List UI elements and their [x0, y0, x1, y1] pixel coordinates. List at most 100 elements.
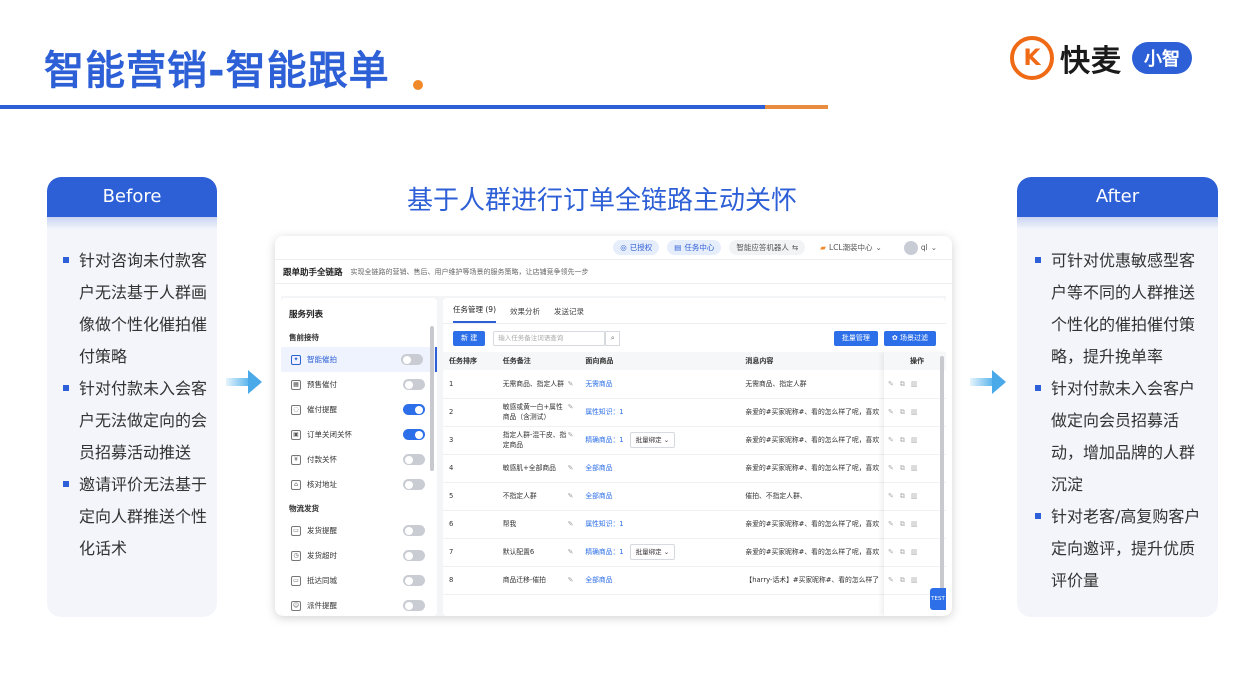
- goods-link[interactable]: 全部商品: [585, 576, 612, 584]
- scrollbar[interactable]: [430, 326, 434, 471]
- edit-icon[interactable]: ✎: [568, 430, 574, 440]
- service-item-delivery[interactable]: ☺ 派件提醒: [281, 593, 437, 616]
- goods-link[interactable]: 全部商品: [585, 464, 612, 472]
- before-list: 针对咨询未付款客户无法基于人群画像做个性化催拍催付策略 针对付款未入会客户无法做…: [47, 229, 217, 565]
- edit-icon[interactable]: ✎: [568, 402, 574, 412]
- toggle-switch[interactable]: [403, 479, 425, 490]
- service-item-pay-reminder[interactable]: ◌ 催付提醒: [281, 397, 437, 422]
- table-row[interactable]: 1 ✎ 无需商品、指定人群 无需商品 无需商品、指定人群 ✎⧉▥: [443, 370, 946, 399]
- truck-icon: ▭: [291, 525, 301, 536]
- user-menu[interactable]: ql ⌄: [897, 240, 944, 255]
- service-item-presale-pay[interactable]: ▦ 预售催付: [281, 372, 437, 397]
- edit-icon[interactable]: ✎: [568, 463, 574, 473]
- tab-send-log[interactable]: 发送记录: [554, 306, 584, 323]
- tab-task-manage[interactable]: 任务管理 (9): [453, 304, 497, 323]
- clock-icon: ◷: [291, 550, 301, 561]
- table-row[interactable]: 3 ✎ 指定人群-混干皮、指定商品 精确商品：1 批量绑定 ⌄ 亲爱的#买家昵称#、…: [443, 426, 946, 455]
- test-tag[interactable]: TEST: [930, 588, 946, 610]
- edit-icon: ✎: [887, 379, 900, 388]
- edit-icon[interactable]: ✎: [568, 519, 574, 529]
- coin-icon: ¥: [291, 454, 301, 465]
- toggle-switch[interactable]: [401, 354, 423, 365]
- copy-icon: ⧉: [899, 436, 911, 444]
- goods-link[interactable]: 精确商品：1: [585, 548, 623, 556]
- column-header: 面向商品: [579, 352, 740, 370]
- brand-badge: 小智: [1132, 42, 1192, 74]
- service-item-smart-urge[interactable]: ✦ 智能催拍: [281, 347, 437, 372]
- service-item-arrive-city[interactable]: ▭ 抵达同城: [281, 568, 437, 593]
- shop-selector[interactable]: ▰ LCL潮装中心 ⌄: [813, 240, 889, 255]
- robot-button[interactable]: 智能应答机器人 ⇆: [729, 240, 806, 255]
- scene-filter-button[interactable]: ✿ 场景过滤: [883, 330, 936, 346]
- row-actions[interactable]: ✎⧉▥: [888, 520, 924, 528]
- trash-icon: ▥: [910, 464, 924, 472]
- table-row[interactable]: 6 ✎ 帮我 属性知识：1 亲爱的#买家昵称#、看的怎么样了呢，喜欢 ✎⧉▥: [443, 510, 946, 539]
- row-actions[interactable]: ✎⧉▥: [888, 380, 924, 388]
- after-title: After: [1017, 177, 1218, 217]
- trash-icon: ▥: [910, 492, 924, 500]
- service-item-check-address[interactable]: ⌂ 核对地址: [281, 472, 437, 497]
- edit-icon: ✎: [887, 576, 900, 584]
- toggle-switch[interactable]: [403, 525, 425, 536]
- edit-icon[interactable]: ✎: [568, 379, 574, 389]
- row-actions[interactable]: ✎⧉▥: [888, 464, 924, 472]
- authorized-badge[interactable]: ◎ 已授权: [613, 240, 660, 255]
- toggle-switch[interactable]: [403, 379, 425, 390]
- batch-bind-dropdown[interactable]: 批量绑定 ⌄: [629, 432, 676, 448]
- app-body: 服务列表 售前接待 ✦ 智能催拍 ▦ 预售催付 ◌ 催付提醒 ▣ 订单关闭关怀 ¥ 付款关…: [281, 296, 946, 616]
- calendar-icon: ▦: [291, 379, 301, 390]
- edit-icon[interactable]: ✎: [568, 547, 574, 557]
- toggle-switch[interactable]: [403, 429, 425, 440]
- service-group-title: 售前接待: [289, 333, 319, 342]
- task-search-input[interactable]: 输入任务备注词语查询 ⌕: [493, 330, 621, 346]
- row-actions[interactable]: ✎⧉▥: [888, 408, 924, 416]
- goods-link[interactable]: 精确商品：1: [585, 436, 623, 444]
- column-header: 任务备注: [496, 352, 580, 370]
- toggle-switch[interactable]: [403, 575, 425, 586]
- row-actions[interactable]: ✎⧉▥: [888, 576, 924, 584]
- toggle-switch[interactable]: [403, 550, 425, 561]
- service-item-ship-timeout[interactable]: ◷ 发货超时: [281, 543, 437, 568]
- after-item: 针对付款未入会客户做定向会员招募活动，增加品牌的人群沉淀: [1033, 373, 1208, 501]
- scrollbar[interactable]: [940, 356, 944, 596]
- goods-link[interactable]: 属性知识：1: [585, 408, 623, 416]
- row-actions[interactable]: ✎⧉▥: [888, 492, 924, 500]
- edit-icon[interactable]: ✎: [568, 491, 574, 501]
- title-dot: [413, 80, 423, 90]
- service-item-order-close[interactable]: ▣ 订单关闭关怀: [281, 422, 437, 447]
- center-heading: 基于人群进行订单全链路主动关怀: [406, 186, 797, 216]
- before-item: 针对付款未入会客户无法做定向的会员招募活动推送: [61, 373, 207, 469]
- toggle-switch[interactable]: [403, 600, 425, 611]
- table-row[interactable]: 2 ✎ 敏感或黄一白+属性商品（含测试） 属性知识：1 亲爱的#买家昵称#、看的怎…: [443, 398, 946, 427]
- new-task-button[interactable]: 新 建: [453, 330, 486, 346]
- table-row[interactable]: 4 ✎ 敏感肌+全部商品 全部商品 亲爱的#买家昵称#、看的怎么样了呢，喜欢 ✎⧉…: [443, 454, 946, 483]
- service-item-ship-reminder[interactable]: ▭ 发货提醒: [281, 518, 437, 543]
- toggle-switch[interactable]: [403, 454, 425, 465]
- toggle-switch[interactable]: [403, 404, 425, 415]
- table-row[interactable]: 5 ✎ 不指定人群 全部商品 催拍、不指定人群、 ✎⧉▥: [443, 482, 946, 511]
- edit-icon: ✎: [887, 548, 900, 556]
- table-row[interactable]: 8 ✎ 商品迁移-催拍 全部商品 【harry-话术】#买家昵称#、看的怎么样了 …: [443, 566, 946, 595]
- order-icon: ▣: [291, 429, 301, 440]
- batch-manage-button[interactable]: 批量管理: [833, 330, 878, 346]
- row-actions[interactable]: ✎⧉▥: [888, 548, 924, 556]
- table-row[interactable]: 7 ✎ 默认配置6 精确商品：1 批量绑定 ⌄ 亲爱的#买家昵称#、看的怎么样了呢，…: [443, 538, 946, 567]
- slide-title: 智能营销-智能跟单: [44, 48, 390, 94]
- search-icon[interactable]: ⌕: [605, 330, 621, 346]
- row-actions[interactable]: ✎⧉▥: [888, 436, 924, 444]
- trash-icon: ▥: [910, 576, 924, 584]
- table-header-row: 任务排序 任务备注 面向商品 消息内容 操作: [443, 352, 946, 370]
- goods-link[interactable]: 属性知识：1: [585, 520, 623, 528]
- goods-link[interactable]: 无需商品: [585, 380, 612, 388]
- service-item-pay-care[interactable]: ¥ 付款关怀: [281, 447, 437, 472]
- task-center-button[interactable]: ▤ 任务中心: [667, 240, 722, 255]
- brand-logo-icon: K: [1010, 36, 1054, 80]
- goods-link[interactable]: 全部商品: [585, 492, 612, 500]
- edit-icon[interactable]: ✎: [568, 575, 574, 585]
- batch-bind-dropdown[interactable]: 批量绑定 ⌄: [629, 544, 676, 560]
- chevron-down-icon: ⌄: [663, 548, 670, 556]
- tab-effect-analysis[interactable]: 效果分析: [510, 306, 540, 323]
- before-card: Before 针对咨询未付款客户无法基于人群画像做个性化催拍催付策略 针对付款未…: [47, 177, 217, 617]
- chevron-down-icon: ⌄: [930, 243, 937, 252]
- task-panel: 任务管理 (9) 效果分析 发送记录 新 建 输入任务备注词语查询 ⌕ 批量管理…: [443, 298, 946, 616]
